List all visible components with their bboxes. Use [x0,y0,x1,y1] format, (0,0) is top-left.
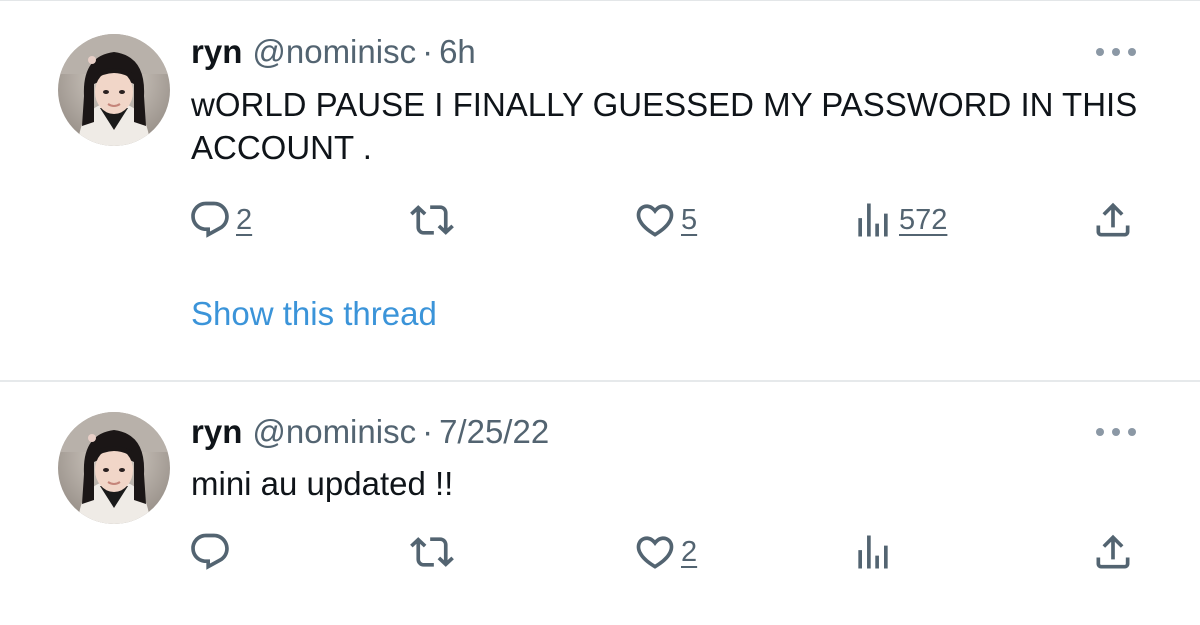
tweet-text: mini au updated !! [191,465,454,502]
user-handle[interactable]: @nominisc [252,33,416,70]
more-icon[interactable] [1096,42,1136,62]
heart-icon [636,204,674,237]
tweet-header: ryn @nominisc · 7/25/22 [191,412,549,452]
heart-icon [636,536,674,569]
like-button[interactable]: 5 [633,198,697,242]
display-name[interactable]: ryn [191,33,242,70]
views-button[interactable]: 572 [851,198,947,242]
like-count: 2 [681,535,698,568]
tweet[interactable]: ryn @nominisc · 7/25/22 mini au updated !! … [0,382,1200,625]
tweet[interactable]: ryn @nominisc · 6h wORLD PAUSE I FINALLY GU… [0,0,1200,380]
tweet-actions: 2 [0,530,1200,574]
views-button[interactable] [851,530,895,574]
reply-button[interactable] [188,530,232,574]
more-icon[interactable] [1096,422,1136,442]
user-handle[interactable]: @nominisc [252,413,416,450]
views-icon [858,535,888,569]
view-count: 572 [899,203,948,236]
reply-button[interactable]: 2 [188,198,252,242]
share-icon [1096,202,1130,237]
views-icon [858,203,888,237]
reply-icon [191,533,229,570]
tweet-text: wORLD PAUSE I FINALLY GUESSED MY PASSWOR… [191,86,1138,166]
share-icon [1096,534,1130,569]
separator-dot: · [422,413,434,450]
retweet-button[interactable] [410,530,454,574]
reply-count: 2 [236,203,253,236]
share-button[interactable] [1091,198,1135,242]
like-button[interactable]: 2 [633,530,697,574]
retweet-icon [410,205,454,235]
retweet-icon [410,537,454,567]
show-thread-link[interactable]: Show this thread [191,294,437,334]
reply-icon [191,201,229,238]
separator-dot: · [422,33,434,70]
retweet-button[interactable] [410,198,454,242]
timestamp[interactable]: 7/25/22 [439,413,549,450]
like-count: 5 [681,203,698,236]
timestamp[interactable]: 6h [439,33,476,70]
avatar[interactable] [58,412,170,524]
avatar[interactable] [58,34,170,146]
tweet-header: ryn @nominisc · 6h [191,32,476,72]
display-name[interactable]: ryn [191,413,242,450]
tweet-actions: 2 5 572 [0,198,1200,242]
share-button[interactable] [1091,530,1135,574]
